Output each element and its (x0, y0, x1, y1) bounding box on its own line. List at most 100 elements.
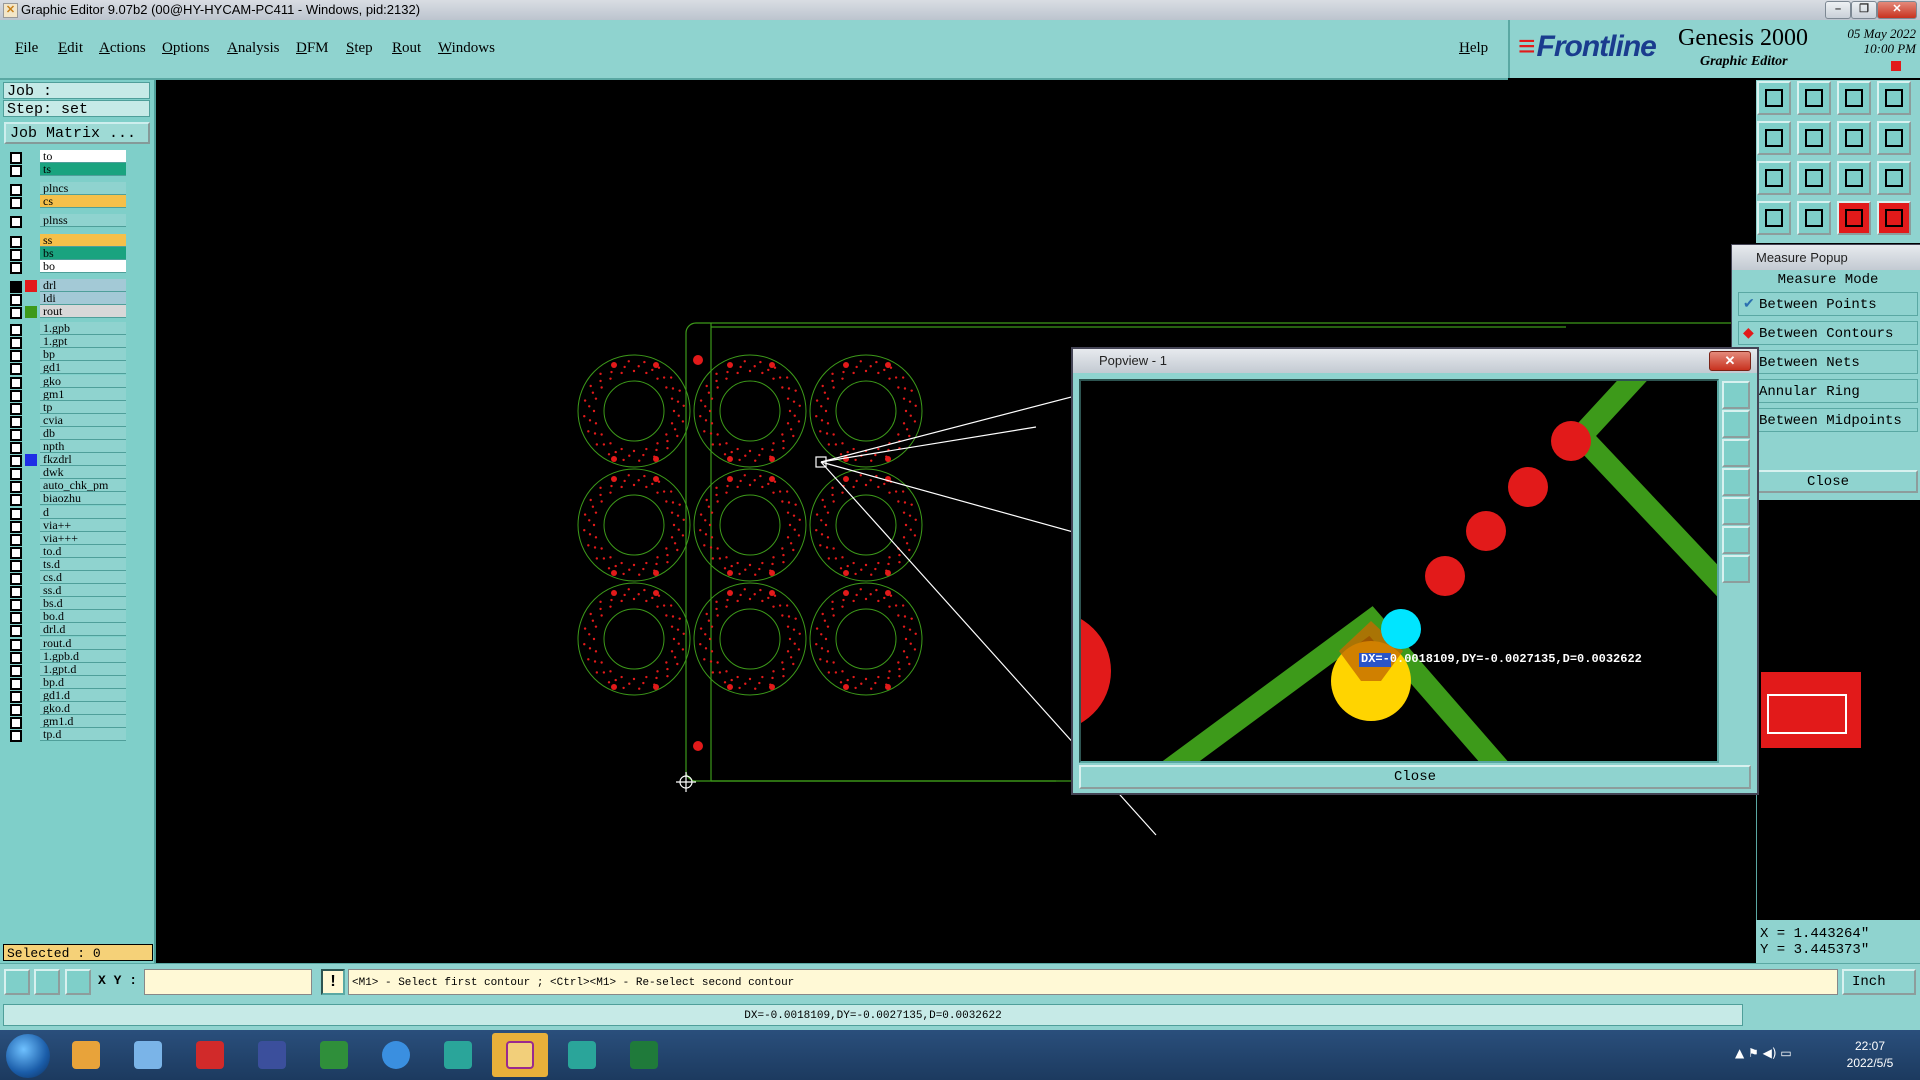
popview-zoom-out-icon[interactable] (1722, 439, 1750, 467)
layer-name[interactable]: to.d (40, 544, 126, 558)
grid-icon[interactable] (1797, 201, 1831, 235)
measure-close-button[interactable]: Close (1738, 470, 1918, 493)
layer-name[interactable]: 1.gpt.d (40, 662, 126, 676)
popview-fit-icon[interactable] (1722, 526, 1750, 554)
menu-analysis[interactable]: Analysis (227, 40, 280, 57)
layer-name[interactable]: gko (40, 374, 126, 388)
layer-row[interactable]: gko (4, 374, 126, 389)
layer-row[interactable]: biaozhu (4, 492, 126, 507)
popview-zoom-fit-icon[interactable] (1722, 381, 1750, 409)
layer-row[interactable]: plncs (4, 182, 126, 197)
menu-windows[interactable]: Windows (438, 40, 495, 57)
popview-canvas[interactable]: DX=-0.0018109,DY=-0.0027135,D=0.0032622 (1079, 379, 1719, 763)
layer-row[interactable]: ss.d (4, 584, 126, 599)
layer-name[interactable]: plnss (40, 214, 126, 228)
layer-row[interactable]: 1.gpb.d (4, 649, 126, 664)
grid-mode-icon[interactable] (65, 969, 91, 995)
home-icon[interactable] (1837, 81, 1871, 115)
layer-row[interactable]: npth (4, 440, 126, 454)
layer-name[interactable]: ts.d (40, 557, 126, 571)
layer-row[interactable]: bs (4, 246, 126, 261)
layer-row[interactable]: gm1.d (4, 715, 126, 730)
taskbar-eye-icon[interactable] (430, 1033, 486, 1077)
drill-check-icon[interactable] (1837, 201, 1871, 235)
layer-name[interactable]: ts (40, 163, 126, 177)
layer-name[interactable]: gd1.d (40, 688, 126, 702)
layer-name[interactable]: dwk (40, 466, 126, 480)
layer-row[interactable]: bp (4, 348, 126, 363)
layer-name[interactable]: db (40, 426, 126, 440)
layer-row[interactable]: bp.d (4, 675, 126, 690)
snap-mode-icon[interactable] (34, 969, 60, 995)
layer-name[interactable]: gm1.d (40, 715, 126, 729)
layer-row[interactable]: to.d (4, 544, 126, 559)
layer-name[interactable]: fkzdrl (40, 453, 126, 467)
layer-name[interactable]: to (40, 150, 126, 163)
menu-dfm[interactable]: DFM (296, 40, 329, 57)
layer-name[interactable]: drl.d (40, 623, 126, 637)
layer-row[interactable]: 1.gpt (4, 335, 126, 350)
menu-help[interactable]: Help (1459, 40, 1488, 57)
layer-row[interactable]: bo.d (4, 610, 126, 625)
layer-name[interactable]: bo.d (40, 610, 126, 624)
layer-name[interactable]: d (40, 505, 126, 519)
minimize-button[interactable]: – (1825, 1, 1851, 19)
menu-rout[interactable]: Rout (392, 40, 421, 57)
layer-row[interactable]: tp (4, 400, 126, 415)
layer-row[interactable]: ldi (4, 291, 126, 306)
layer-row[interactable]: gko.d (4, 702, 126, 716)
layer-checkbox[interactable] (10, 197, 22, 210)
layer-name[interactable]: bs.d (40, 597, 126, 611)
layer-name[interactable]: via+++ (40, 531, 126, 545)
menu-file[interactable]: File (15, 40, 38, 57)
layer-row[interactable]: gd1 (4, 361, 126, 376)
layer-row[interactable]: auto_chk_pm (4, 479, 126, 494)
taskbar-excel-icon[interactable] (616, 1033, 672, 1077)
center-icon[interactable] (1797, 161, 1831, 195)
layer-name[interactable]: tp.d (40, 728, 126, 742)
job-matrix-button[interactable]: Job Matrix ... (4, 122, 150, 144)
menu-actions[interactable]: Actions (99, 40, 146, 57)
net-check-icon[interactable] (1877, 201, 1911, 235)
layer-name[interactable]: biaozhu (40, 492, 126, 506)
layer-row[interactable]: drl (4, 278, 126, 293)
popview-center-icon[interactable] (1722, 555, 1750, 583)
popview-close-x-button[interactable]: ✕ (1709, 351, 1751, 371)
layer-name[interactable]: gm1 (40, 387, 126, 401)
layer-name[interactable]: 1.gpt (40, 335, 126, 349)
system-tray[interactable]: ▲ ⚑ ◀) ▭ (1735, 1046, 1825, 1064)
layer-checkbox[interactable] (10, 165, 22, 178)
layer-row[interactable]: d (4, 505, 126, 520)
unit-select[interactable]: Inch (1842, 969, 1916, 995)
menu-step[interactable]: Step (346, 40, 373, 57)
layer-checkbox[interactable] (10, 216, 22, 229)
option-between-points[interactable]: ✔ Between Points (1738, 292, 1918, 316)
layer-name[interactable]: rout.d (40, 636, 126, 650)
layer-name[interactable]: npth (40, 440, 126, 453)
alert-icon[interactable]: ! (321, 969, 345, 995)
layer-name[interactable]: via++ (40, 518, 126, 532)
layer-row[interactable]: gd1.d (4, 688, 126, 703)
select-mode-icon[interactable] (4, 969, 30, 995)
layer-name[interactable]: cs (40, 195, 126, 209)
taskbar-app-green-icon[interactable] (306, 1033, 362, 1077)
layer-name[interactable]: tp (40, 400, 126, 414)
option-between-contours[interactable]: ◆ Between Contours (1738, 321, 1918, 345)
layer-row[interactable]: ts.d (4, 557, 126, 572)
layer-checkbox[interactable] (10, 307, 22, 319)
taskbar-notepad-icon[interactable] (120, 1033, 176, 1077)
layer-row[interactable]: plnss (4, 214, 126, 229)
taskbar-genesis-icon[interactable] (492, 1033, 548, 1077)
fit-icon[interactable] (1757, 161, 1791, 195)
layer-row[interactable]: dwk (4, 466, 126, 481)
layer-row[interactable]: bs.d (4, 597, 126, 612)
layer-name[interactable]: 1.gpb.d (40, 649, 126, 663)
layer-row[interactable]: fkzdrl (4, 453, 126, 468)
layer-row[interactable]: 1.gpt.d (4, 662, 126, 677)
layer-row[interactable]: cs (4, 195, 126, 210)
pan-left-icon[interactable] (1757, 121, 1791, 155)
layer-row[interactable]: gm1 (4, 387, 126, 402)
help-icon[interactable] (1877, 161, 1911, 195)
taskbar-shell-icon[interactable] (58, 1033, 114, 1077)
layer-row[interactable]: rout.d (4, 636, 126, 651)
